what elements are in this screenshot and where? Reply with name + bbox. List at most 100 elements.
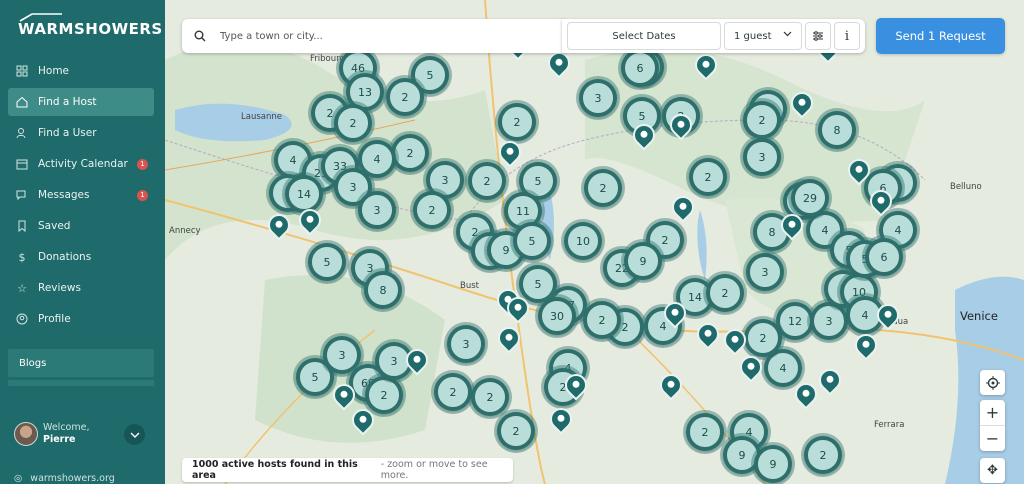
pan-button[interactable]: ✥: [980, 458, 1005, 483]
host-cluster-marker[interactable]: 2: [386, 78, 424, 116]
main-nav: Home Find a Host Find a User Activity Ca…: [8, 57, 154, 336]
nav-profile-label: Profile: [38, 313, 71, 325]
host-cluster-marker[interactable]: 3: [358, 191, 396, 229]
host-cluster-count: 3: [750, 257, 780, 287]
host-cluster-count: 3: [583, 83, 613, 113]
nav-activity-calendar-label: Activity Calendar: [38, 158, 128, 170]
host-cluster-count: 5: [523, 269, 553, 299]
host-cluster-marker[interactable]: 2: [497, 412, 535, 450]
info-button[interactable]: i: [834, 22, 860, 50]
host-cluster-marker[interactable]: 14: [285, 175, 323, 213]
town-belluno: Belluno: [950, 182, 982, 192]
host-cluster-marker[interactable]: 29: [791, 179, 829, 217]
host-cluster-marker[interactable]: 2: [686, 413, 724, 451]
calendar-badge: 1: [137, 158, 148, 170]
messages-badge: 1: [137, 189, 148, 201]
host-cluster-count: 6: [869, 242, 899, 272]
nav-blogs[interactable]: Blogs: [8, 349, 154, 377]
host-cluster-marker[interactable]: 10: [564, 222, 602, 260]
host-cluster-marker[interactable]: 2: [804, 436, 842, 474]
host-cluster-count: 2: [690, 417, 720, 447]
host-cluster-marker[interactable]: 2: [334, 104, 372, 142]
host-cluster-count: 2: [710, 278, 740, 308]
host-cluster-marker[interactable]: 2: [498, 103, 536, 141]
host-cluster-marker[interactable]: 30: [538, 297, 576, 335]
host-cluster-count: 3: [747, 142, 777, 172]
host-cluster-marker[interactable]: 5: [513, 222, 551, 260]
host-cluster-marker[interactable]: 2: [434, 373, 472, 411]
home-icon: [16, 65, 28, 77]
host-cluster-count: 14: [289, 179, 319, 209]
user-menu-toggle[interactable]: [124, 424, 145, 445]
dollar-icon: $: [18, 250, 26, 264]
host-cluster-marker[interactable]: 2: [583, 301, 621, 339]
host-cluster-marker[interactable]: 5: [308, 243, 346, 281]
nav-find-a-user[interactable]: Find a User: [8, 119, 154, 147]
nav-reviews[interactable]: ☆ Reviews: [8, 274, 154, 302]
results-count: 1000 active hosts found in this area: [192, 459, 358, 481]
guests-select[interactable]: 1 guest: [724, 22, 802, 50]
host-cluster-marker[interactable]: 2: [706, 274, 744, 312]
host-cluster-count: 5: [312, 247, 342, 277]
user-menu[interactable]: Welcome, Pierre: [14, 422, 89, 446]
host-cluster-marker[interactable]: 2: [689, 158, 727, 196]
nav-find-a-user-label: Find a User: [38, 127, 97, 139]
nav-home-label: Home: [38, 65, 70, 77]
nav-messages-label: Messages: [38, 189, 90, 201]
host-cluster-marker[interactable]: 6: [865, 238, 903, 276]
site-link[interactable]: ◎ warmshowers.org: [14, 473, 115, 484]
host-cluster-count: 2: [338, 108, 368, 138]
host-cluster-marker[interactable]: 3: [743, 138, 781, 176]
host-cluster-count: 13: [350, 77, 380, 107]
town-venice: Venice: [960, 309, 998, 323]
host-cluster-marker[interactable]: 9: [754, 445, 792, 483]
host-cluster-marker[interactable]: 8: [364, 271, 402, 309]
host-cluster-marker[interactable]: 2: [413, 191, 451, 229]
zoom-in-button[interactable]: +: [980, 400, 1005, 425]
nav-find-a-host[interactable]: Find a Host: [8, 88, 154, 116]
warmshowers-logo[interactable]: WARMSHOWERS: [18, 13, 163, 38]
logo-roof-icon: [19, 13, 62, 22]
map-area[interactable]: Venice Lausanne Annecy Ferrara Belluno a…: [165, 0, 1024, 484]
host-cluster-count: 9: [628, 246, 658, 276]
host-cluster-marker[interactable]: 3: [746, 253, 784, 291]
host-cluster-marker[interactable]: 2: [365, 376, 403, 414]
host-cluster-marker[interactable]: 2: [743, 101, 781, 139]
host-cluster-count: 29: [795, 183, 825, 213]
nav-saved[interactable]: Saved: [8, 212, 154, 240]
host-cluster-marker[interactable]: 8: [818, 111, 856, 149]
host-cluster-marker[interactable]: 3: [579, 79, 617, 117]
host-cluster-count: 4: [768, 353, 798, 383]
host-cluster-marker[interactable]: 3: [447, 325, 485, 363]
avatar: [14, 422, 38, 446]
host-cluster-count: 2: [501, 416, 531, 446]
host-cluster-marker[interactable]: 2: [468, 162, 506, 200]
host-cluster-count: 2: [475, 382, 505, 412]
town-ferrara: Ferrara: [874, 420, 905, 430]
host-cluster-marker[interactable]: 2: [391, 134, 429, 172]
host-cluster-marker[interactable]: 2: [744, 319, 782, 357]
select-dates-button[interactable]: Select Dates: [567, 22, 721, 50]
host-cluster-count: 3: [327, 340, 357, 370]
filter-button[interactable]: [805, 22, 831, 50]
search-input[interactable]: [220, 30, 520, 42]
globe-icon: ◎: [14, 473, 23, 484]
star-icon: ☆: [17, 281, 27, 295]
town-annecy: Annecy: [169, 226, 201, 236]
host-cluster-marker[interactable]: 6: [621, 49, 659, 87]
host-cluster-marker[interactable]: 9: [624, 242, 662, 280]
nav-donations-label: Donations: [38, 251, 92, 263]
host-cluster-count: 2: [587, 305, 617, 335]
zoom-out-button[interactable]: −: [980, 426, 1005, 451]
nav-activity-calendar[interactable]: Activity Calendar 1: [8, 150, 154, 178]
nav-donations[interactable]: $ Donations: [8, 243, 154, 271]
nav-find-a-host-label: Find a Host: [38, 96, 97, 108]
nav-messages[interactable]: Messages 1: [8, 181, 154, 209]
nav-home[interactable]: Home: [8, 57, 154, 85]
nav-profile[interactable]: Profile: [8, 305, 154, 333]
host-cluster-marker[interactable]: 2: [471, 378, 509, 416]
host-cluster-marker[interactable]: 2: [584, 169, 622, 207]
send-request-button[interactable]: Send 1 Request: [876, 18, 1005, 54]
results-status: 1000 active hosts found in this area - z…: [182, 458, 513, 482]
locate-button[interactable]: [980, 370, 1005, 395]
